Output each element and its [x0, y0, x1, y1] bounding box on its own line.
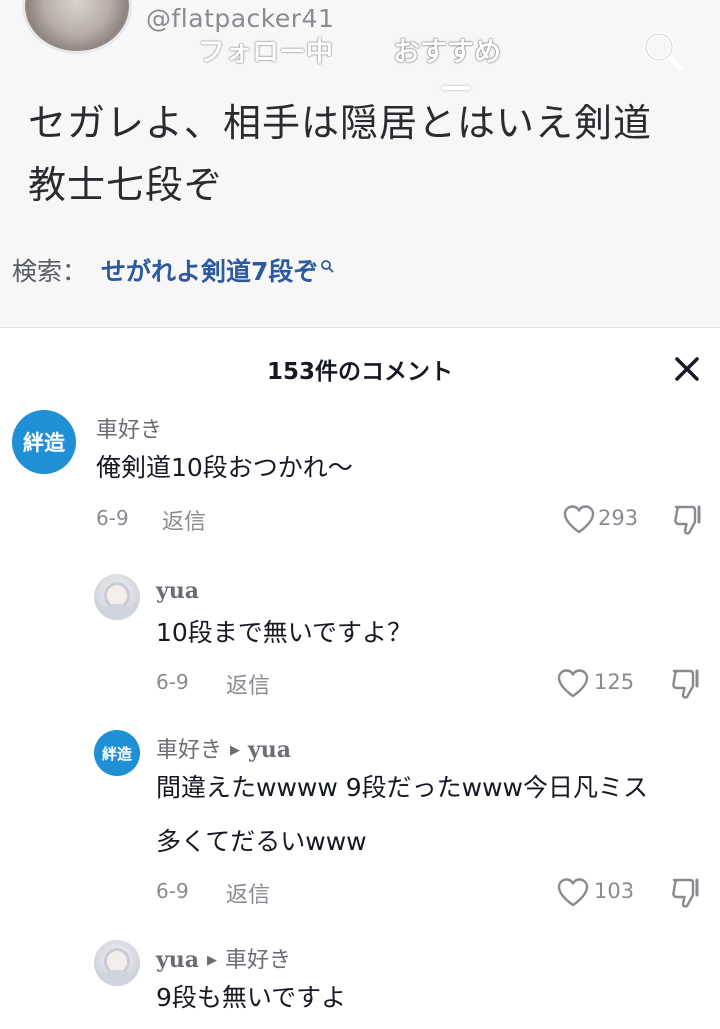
- caption-line: 教士七段ぞ: [28, 163, 224, 207]
- comment-text: 10段まで無いですよ？: [156, 618, 413, 647]
- comment-text: 9段も無いですよ: [156, 983, 347, 1012]
- heart-icon[interactable]: [562, 504, 596, 534]
- comments-title: 153件のコメント: [266, 359, 453, 385]
- avatar[interactable]: 絆造: [94, 730, 140, 776]
- thumbs-down-icon[interactable]: [668, 876, 706, 910]
- avatar-text: 絆造: [23, 431, 65, 455]
- like-count: 293: [598, 506, 639, 530]
- tab-for-you[interactable]: おすすめ: [393, 30, 501, 69]
- like-count: 103: [594, 879, 635, 903]
- comment-text-line: 多くてだるいwww: [156, 827, 367, 856]
- avatar[interactable]: [94, 940, 140, 986]
- search-button[interactable]: [638, 26, 688, 76]
- thumbs-down-icon[interactable]: [668, 667, 706, 701]
- comment-date: 6-9: [96, 506, 129, 530]
- caption-line: セガレよ、相手は隠居とはいえ剣道: [28, 101, 653, 145]
- comment-date: 6-9: [156, 879, 189, 903]
- comment-text: 俺剣道10段おつかれ〜: [96, 453, 353, 482]
- thumbs-down-icon[interactable]: [670, 503, 708, 537]
- avatar-text: 絆造: [101, 744, 132, 763]
- avatar[interactable]: [94, 574, 140, 620]
- comment-reply: yua ▶ 車好き 9段も無いですよ: [0, 938, 720, 1028]
- heart-icon[interactable]: [556, 877, 590, 907]
- post-caption: セガレよ、相手は隠居とはいえ剣道 教士七段ぞ: [28, 92, 688, 216]
- search-term-link[interactable]: せがれよ剣道7段ぞ: [101, 257, 318, 286]
- comment-text-line: 間違えたwwww 9段だったwww今日凡ミス: [156, 773, 648, 802]
- tab-following[interactable]: フォロー中: [198, 30, 333, 69]
- close-button[interactable]: [670, 352, 704, 386]
- comment-reply: 絆造 車好き ▶ yua 間違えたwwww 9段だったwww今日凡ミス 多くてだるい…: [0, 728, 720, 918]
- like-count: 125: [594, 670, 635, 694]
- author-avatar[interactable]: [22, 0, 132, 54]
- author-name: yua: [156, 578, 200, 604]
- reply-arrow-icon: ▶: [207, 953, 218, 968]
- search-label: 検索：: [12, 257, 88, 286]
- comment-author[interactable]: yua: [156, 578, 199, 604]
- comment: 絆造 車好き 俺剣道10段おつかれ〜 6-9 返信 293: [0, 408, 720, 558]
- heart-icon[interactable]: [556, 668, 590, 698]
- comment-reply: yua 10段まで無いですよ？ 6-9 返信 125: [0, 572, 720, 702]
- search-icon: [320, 252, 334, 281]
- comment-date: 6-9: [156, 670, 189, 694]
- video-area[interactable]: @flatpacker41 フォロー中 おすすめ セガレよ、相手は隠居とはいえ剣…: [0, 0, 720, 327]
- reply-button[interactable]: 返信: [226, 877, 270, 909]
- reply-arrow-icon: ▶: [230, 743, 241, 758]
- close-icon: [675, 357, 699, 381]
- search-icon: [644, 32, 683, 71]
- search-suggestion[interactable]: 検索： せがれよ剣道7段ぞ: [12, 252, 334, 288]
- reply-button[interactable]: 返信: [226, 668, 270, 700]
- comments-sheet: 153件のコメント 絆造 車好き 俺剣道10段おつかれ〜 6-9 返信 293 …: [0, 327, 720, 1028]
- author-handle[interactable]: @flatpacker41: [146, 4, 334, 33]
- reply-button[interactable]: 返信: [162, 504, 206, 536]
- avatar[interactable]: 絆造: [12, 410, 76, 474]
- active-tab-indicator: [442, 86, 470, 90]
